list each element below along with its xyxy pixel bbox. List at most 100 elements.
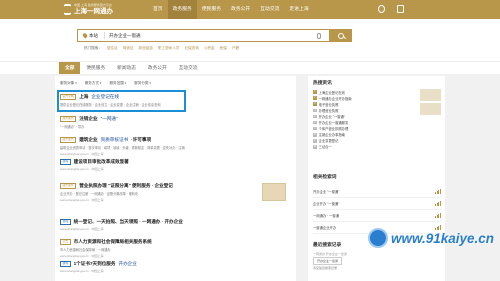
result-title[interactable]: 上海 [79, 94, 88, 100]
result-url: www.shanghai.gov.cn · 中国上海 [60, 268, 104, 273]
recent-searches-title: 最近搜索记录 [313, 242, 342, 247]
related-term[interactable]: 开办企业 "一窗通" [313, 186, 441, 198]
result-item[interactable]: 新闻 1个证书7天到位服务 开办企业 www.shanghai.gov.cn ·… [60, 261, 292, 273]
result-item[interactable]: 政务服务 营业执照办理 "证照分离" 便利服务 · 企业登记 企业开办 · 登记… [60, 183, 292, 202]
mobile-icon[interactable] [397, 5, 404, 13]
result-title-link[interactable]: "一网通" [101, 116, 118, 122]
watermark-text: www.91kaiye.cn [390, 230, 494, 246]
result-title[interactable]: 营业执照办理 "证照分离" 便利服务 · 企业登记 [79, 183, 173, 189]
result-url: www.shanghai.gov.cn · 中国上海 [60, 197, 104, 202]
related-term-label: 企业开办 "一窗通" [313, 202, 340, 206]
popularity-bars-icon [435, 189, 441, 194]
hot-news-label: 三证合一 [318, 145, 332, 150]
result-tag: 公告 [60, 239, 71, 245]
rank-badge: 5 [313, 114, 317, 119]
hot-news-thumbnails [420, 89, 442, 117]
result-title[interactable]: 统一登记、一天拍照、当天领照 · 一网通办 · 开办企业 [74, 219, 183, 225]
recent-search-tag[interactable]: 开办企业一窗通 [313, 257, 343, 265]
clear-recent-link[interactable]: 清空最近搜索记录 [313, 266, 337, 270]
filter-category[interactable]: 服务分类 [134, 81, 151, 86]
result-title[interactable]: 市人力资源和社会保障局相关服务系统 [74, 239, 152, 245]
result-thumbnail[interactable] [262, 183, 286, 201]
hot-keyword[interactable]: 新冠疫苗 [139, 46, 153, 51]
result-title-tail[interactable]: ·许可事项 [131, 137, 151, 143]
scope-selector[interactable]: 本站 [78, 32, 104, 39]
related-terms-list: 开办企业 "一窗通" 企业开办 "一窗通" 一网通办 · 一窗通 一窗通企业开办 [313, 186, 441, 234]
result-tag: 政务服务 [60, 116, 77, 122]
search-input[interactable]: 开办企业一窗通 [109, 33, 317, 39]
tab-services[interactable]: 便民服务 [80, 62, 111, 74]
rank-badge: 6 [313, 120, 317, 125]
user-icon[interactable] [378, 5, 385, 13]
hot-keyword[interactable]: 驾驶证 [123, 46, 134, 51]
result-title-tail[interactable]: 开办企业 [118, 261, 136, 267]
result-desc: 市人力资源和社会保障局 · 一网通办 [60, 248, 111, 252]
hot-news-item[interactable]: 10 三证合一 [313, 144, 423, 150]
result-desc: 建筑企业资质申请 · 首次申请 · 增项 · 延续 · 升级 · 重新核定 · … [60, 146, 185, 150]
filter-target[interactable]: 服务对象 [60, 81, 77, 86]
filter-method[interactable]: 服务方式 [85, 81, 102, 86]
hot-keyword[interactable]: 医保 [220, 46, 227, 51]
hot-keyword[interactable]: 居住证 [107, 46, 118, 51]
result-title[interactable]: 注销企业 [79, 116, 97, 122]
location-pin-icon [81, 32, 89, 39]
result-url: www.shanghai.gov.cn · 中国上海 [60, 151, 104, 156]
hot-keyword[interactable]: 社保查询 [184, 46, 198, 51]
result-tabs: 全部 便民服务 新闻动态 政务公开 互动交流 [0, 61, 500, 74]
microphone-icon[interactable] [317, 32, 321, 39]
result-tag: 新闻 [60, 219, 71, 225]
nav-about-shanghai[interactable]: 走进上海 [284, 0, 313, 19]
result-item[interactable]: 政务服务 注销企业 "一网通" "一网通办" · 导办 [60, 116, 292, 129]
result-desc: 提供企业登记在线服务 · 企业设立 · 企业变更 · 企业注销 · 企业信息查询 [60, 103, 161, 107]
news-thumbnail[interactable] [420, 103, 441, 115]
hot-keyword[interactable]: 公积金 [204, 46, 215, 51]
result-title[interactable]: 建筑企业 [79, 137, 97, 143]
nav-gov-services[interactable]: 政务服务 [167, 0, 197, 19]
filter-scope[interactable]: 服务范围 [109, 81, 126, 86]
search-area: 本站 开办企业一窗通 热门搜索： 居住证 驾驶证 新冠疫苗 职工退休人员 社保查… [0, 19, 500, 61]
result-item[interactable]: 新闻 建设项目审批改革成效显著 www.shanghai.gov.cn · 中国… [60, 159, 292, 171]
recent-searches-tip: 一网通办 开办企业一窗通 [313, 252, 347, 256]
result-title[interactable]: 1个证书7天到位服务 [74, 261, 116, 267]
nav-interaction[interactable]: 互动交流 [255, 0, 284, 19]
tab-gov-open[interactable]: 政务公开 [142, 62, 173, 74]
hot-searches: 热门搜索： 居住证 驾驶证 新冠疫苗 职工退休人员 社保查询 公积金 医保 户籍 [84, 46, 239, 51]
hot-news-label: 电子营业执照 [318, 102, 339, 107]
result-item[interactable]: 公告 市人力资源和社会保障局相关服务系统 市人力资源和社会保障局 · 一网通办 … [60, 239, 292, 258]
tab-news[interactable]: 新闻动态 [111, 62, 142, 74]
result-url: www.shanghai.gov.cn · 中国上海 [60, 166, 104, 171]
nav-public-services[interactable]: 便民服务 [197, 0, 226, 19]
search-button[interactable] [330, 29, 352, 42]
rank-badge: 3 [313, 102, 317, 107]
watermark: www.91kaiye.cn [367, 228, 494, 248]
tab-all[interactable]: 全部 [59, 62, 81, 74]
result-item[interactable]: 新闻 统一登记、一天拍照、当天领照 · 一网通办 · 开办企业 www.shan… [60, 219, 292, 231]
related-terms-title: 相关检索词 [313, 174, 337, 179]
result-item[interactable]: 官方全网 上海 企业登记在线 提供企业登记在线服务 · 企业设立 · 企业变更 … [60, 94, 292, 107]
tab-interaction[interactable]: 互动交流 [173, 62, 204, 74]
related-term-label: 一窗通企业开办 [313, 226, 337, 230]
result-url: www.shanghai.gov.cn · 中国上海 [60, 253, 104, 258]
news-thumbnail[interactable] [420, 89, 441, 101]
result-tag: 政务服务 [60, 183, 77, 189]
result-desc: "一网通办" · 导办 [60, 125, 85, 129]
hot-keyword[interactable]: 职工退休人员 [158, 46, 180, 51]
hot-news-label: 开办企业 "一窗通" [318, 114, 345, 119]
nav-gov-open[interactable]: 政务公开 [226, 0, 255, 19]
hot-news-label: 企业变更登记 [318, 139, 339, 144]
related-term[interactable]: 一网通办 · 一窗通 [313, 210, 441, 222]
logo-icon [64, 4, 71, 15]
result-title[interactable]: 建设项目审批改革成效显著 [74, 159, 129, 165]
related-term[interactable]: 企业开办 "一窗通" [313, 198, 441, 210]
nav-home[interactable]: 首页 [148, 0, 168, 19]
result-item[interactable]: 政务服务 建筑企业 资质审核证书 ·许可事项 建筑企业资质申请 · 首次申请 ·… [60, 137, 292, 156]
hot-news-label: 一网通办企业开办指南 [318, 96, 352, 101]
top-nav: 中国·上海 政务服务官方平台 上海一网通办 首页 政务服务 便民服务 政务公开 … [0, 0, 500, 19]
sidebar: 热搜资讯 1 上海企业登记在线 2 一网通办企业开办指南 3 电子营业执照 4 办理营业… [308, 76, 445, 281]
related-term-label: 开办企业 "一窗通" [313, 190, 340, 194]
hot-searches-label: 热门搜索： [84, 46, 102, 50]
result-title-link[interactable]: 资质审核证书 [101, 137, 129, 143]
hot-keyword[interactable]: 户籍 [232, 46, 239, 51]
site-logo[interactable]: 中国·上海 政务服务官方平台 上海一网通办 [64, 2, 113, 17]
result-title-link[interactable]: 企业登记在线 [91, 94, 119, 100]
